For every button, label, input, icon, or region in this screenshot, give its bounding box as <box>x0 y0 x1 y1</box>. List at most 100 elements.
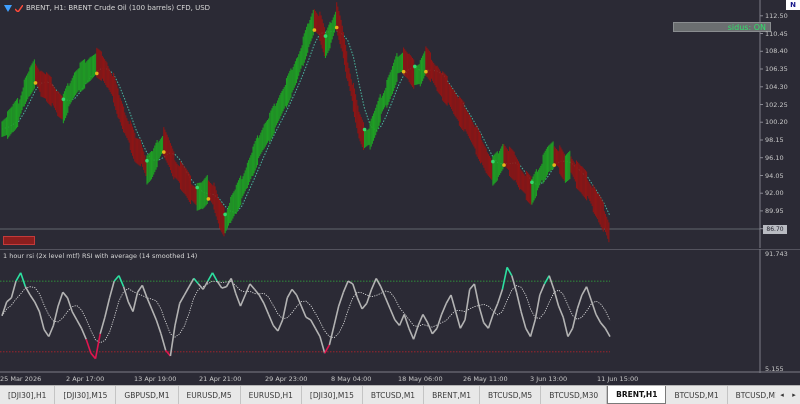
rsi-segment <box>384 297 391 310</box>
rsi-segment <box>277 319 284 332</box>
rsi-segment <box>272 324 279 332</box>
price-axis-label: 92.00 <box>765 189 784 198</box>
rsi-segment <box>230 278 237 294</box>
scroll-left-icon[interactable]: ◂ <box>776 386 788 404</box>
rsi-segment <box>417 314 424 326</box>
reversal-marker <box>206 197 211 201</box>
rsi-segment <box>221 285 227 289</box>
reversal-marker <box>552 163 556 167</box>
reversal-marker <box>491 159 495 164</box>
rsi-segment <box>71 311 78 321</box>
rsi-segment <box>38 311 45 330</box>
rsi-segment <box>314 327 321 337</box>
signal-marker-box <box>3 236 35 245</box>
rsi-segment <box>342 280 349 293</box>
rsi-segment <box>76 319 83 329</box>
rsi-segment <box>511 275 518 293</box>
chart-tab[interactable]: BRENT,H1 <box>607 386 667 404</box>
reversal-marker <box>323 34 328 38</box>
chart-tab[interactable]: [DJI30],M15 <box>55 386 117 404</box>
indicator-status-badge[interactable]: sidus: ON <box>673 22 771 32</box>
rsi-segment <box>263 302 270 315</box>
time-axis-label: 11 Jun 15:00 <box>597 375 639 383</box>
rsi-segment <box>10 280 17 299</box>
rsi-segment <box>179 294 186 304</box>
rsi-segment <box>398 314 405 326</box>
price-chart[interactable] <box>0 0 800 248</box>
rsi-canvas[interactable] <box>0 249 800 373</box>
rsi-segment <box>136 284 143 293</box>
rsi-title: 1 hour rsi (2x level mtf) RSI with avera… <box>3 252 198 260</box>
rsi-segment <box>539 283 546 296</box>
reversal-marker <box>162 150 166 154</box>
chart-tab[interactable]: BTCUSD,M1 <box>363 386 425 404</box>
chart-tab[interactable]: [DJI30],H1 <box>0 386 56 404</box>
rsi-segment <box>108 280 115 299</box>
rsi-segment <box>337 291 345 307</box>
rsi-segment <box>380 286 387 299</box>
rsi-segment <box>440 302 448 315</box>
chart-menu-icon[interactable] <box>4 4 12 12</box>
rsi-segment <box>6 297 12 303</box>
chart-tab[interactable]: BTCUSD,M1 <box>666 386 728 404</box>
rsi-segment <box>356 297 363 310</box>
rsi-segment <box>585 286 593 301</box>
rsi-segment <box>567 327 574 337</box>
rsi-segment <box>80 327 87 340</box>
chart-tab[interactable]: GBPUSD,M1 <box>116 386 179 404</box>
chart-tab[interactable]: EURUSD,H1 <box>241 386 302 404</box>
corner-button[interactable]: N <box>786 0 800 10</box>
reversal-marker <box>401 69 406 74</box>
rsi-segment <box>454 311 462 329</box>
rsi-segment <box>291 288 298 296</box>
rsi-segment <box>366 289 373 304</box>
chart-tab[interactable]: [DJI30],M15 <box>302 386 363 404</box>
rsi-segment <box>394 319 401 327</box>
rsi-segment <box>464 289 471 321</box>
rsi-segment <box>469 283 476 290</box>
rsi-segment <box>305 316 312 321</box>
rsi-segment <box>165 349 172 357</box>
rsi-segment <box>94 333 101 359</box>
rsi-segment <box>258 294 265 304</box>
scroll-right-icon[interactable]: ▸ <box>788 386 800 404</box>
rsi-segment <box>188 278 195 288</box>
rsi-segment <box>487 314 494 329</box>
time-axis-label: 2 Apr 17:00 <box>66 375 105 383</box>
reversal-marker <box>223 212 227 217</box>
reversal-marker <box>33 81 38 85</box>
rsi-segment <box>581 286 588 296</box>
time-axis-label: 13 Apr 19:00 <box>134 375 177 383</box>
time-axis-label: 25 Mar 2026 <box>0 375 42 383</box>
chart-tab[interactable]: EURUSD,M5 <box>179 386 241 404</box>
rsi-segment <box>389 308 396 321</box>
rsi-segment <box>548 275 555 290</box>
reversal-marker <box>362 127 367 132</box>
rsi-segment <box>497 289 504 304</box>
reversal-marker <box>413 64 417 69</box>
check-icon[interactable] <box>15 4 23 12</box>
chart-tab[interactable]: BTCUSD,M30 <box>541 386 608 404</box>
price-axis-label: 89.95 <box>765 206 784 215</box>
rsi-subwindow[interactable] <box>0 249 800 373</box>
price-chart-canvas[interactable] <box>0 0 800 248</box>
rsi-segment <box>24 286 31 296</box>
rsi-segment <box>310 319 317 329</box>
rsi-segment <box>267 314 275 326</box>
rsi-segment <box>286 289 293 299</box>
chart-tab[interactable]: BTCUSD,M5 <box>480 386 542 404</box>
rsi-segment <box>127 301 134 312</box>
current-price-tag: 86.70 <box>763 225 787 234</box>
rsi-segment <box>19 272 27 287</box>
rsi-segment <box>436 314 443 329</box>
time-axis: 25 Mar 2026 2 Apr 17:00 13 Apr 19:00 21 Apr… <box>0 373 760 385</box>
rsi-segment <box>431 327 438 335</box>
price-axis-label: 108.40 <box>765 47 788 56</box>
rsi-segment <box>52 305 59 326</box>
rsi-segment <box>361 302 368 310</box>
chart-tab[interactable]: BRENT,M1 <box>424 386 480 404</box>
rsi-segment <box>370 278 377 290</box>
rsi-segment <box>562 317 569 337</box>
time-axis-label: 18 May 06:00 <box>398 375 443 383</box>
rsi-segment <box>1 301 8 317</box>
